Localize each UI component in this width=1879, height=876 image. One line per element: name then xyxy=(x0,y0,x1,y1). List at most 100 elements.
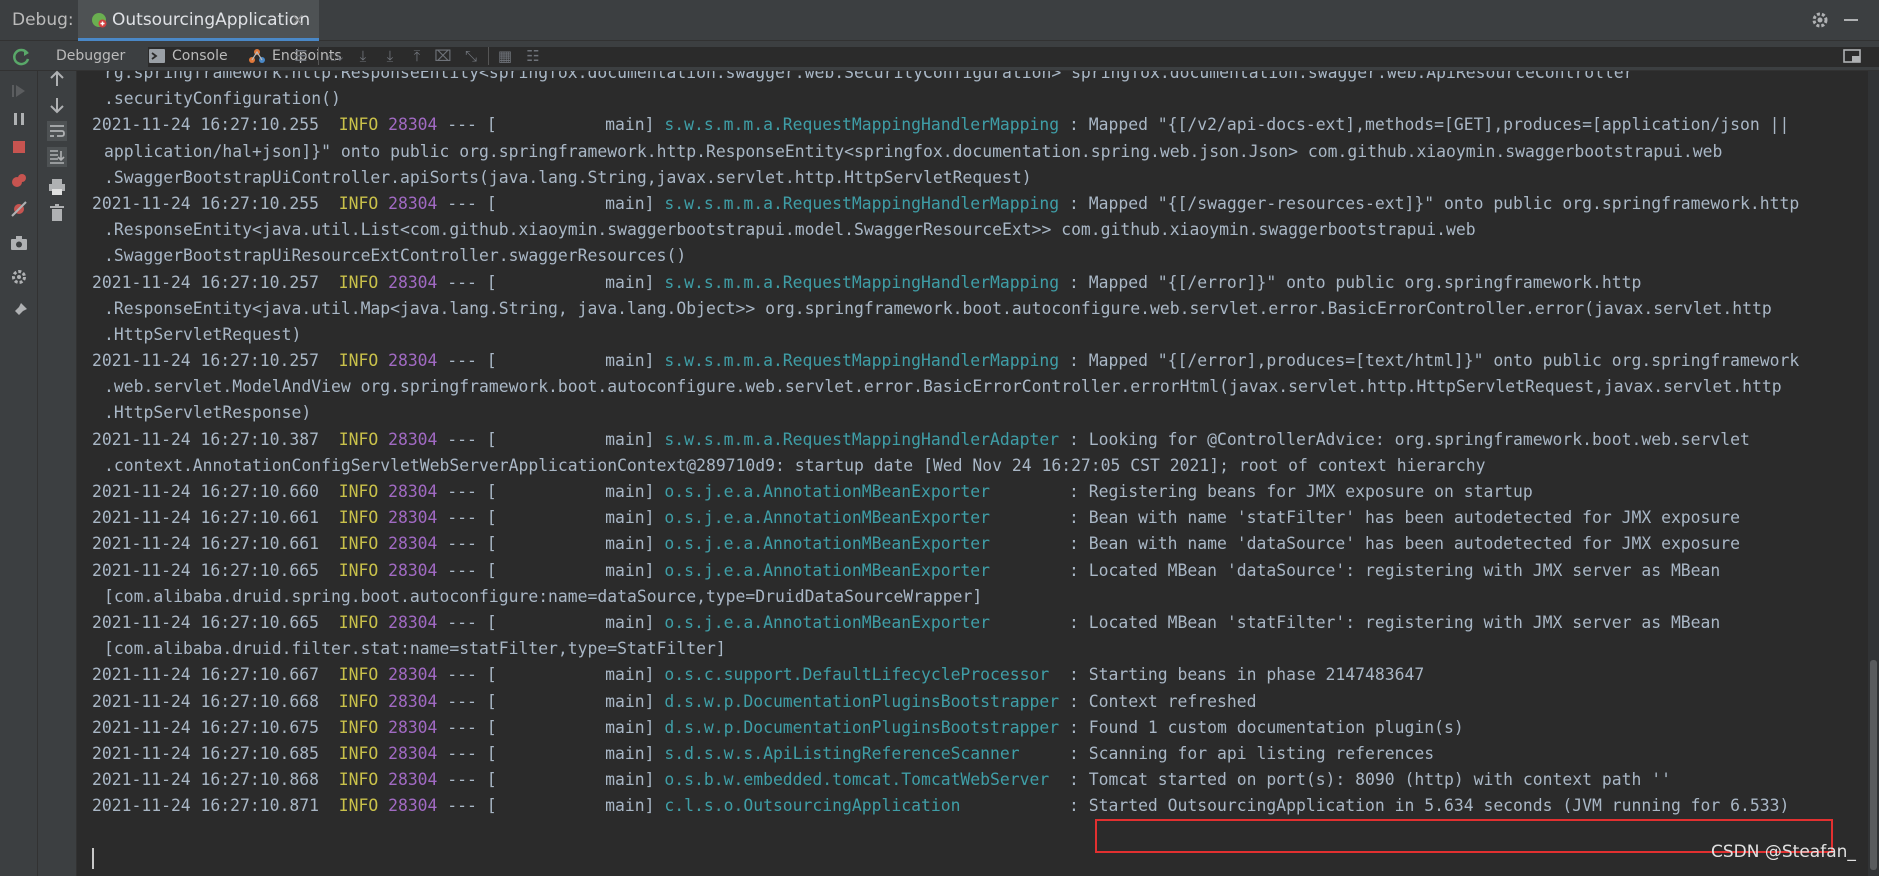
log-text: .web.servlet.ModelAndView org.springfram… xyxy=(104,377,1782,397)
stop-icon[interactable] xyxy=(9,137,29,157)
log-level: INFO xyxy=(338,770,379,790)
view-breakpoints-icon[interactable] xyxy=(9,171,29,191)
minimize-icon[interactable] xyxy=(1844,19,1858,21)
soft-wrap-icon[interactable] xyxy=(47,121,67,141)
clear-all-icon[interactable] xyxy=(47,203,67,223)
log-thread: --- [ main] xyxy=(437,770,665,790)
log-thread: --- [ main] xyxy=(437,743,665,763)
toolbar-divider xyxy=(488,47,489,65)
log-line: 2021-11-24 16:27:10.665 INFO 28304 --- [… xyxy=(92,610,1868,636)
rerun-icon[interactable] xyxy=(12,47,32,67)
log-space xyxy=(319,770,339,789)
log-line: 2021-11-24 16:27:10.675 INFO 28304 --- [… xyxy=(92,715,1868,741)
log-line: 2021-11-24 16:27:10.667 INFO 28304 --- [… xyxy=(92,662,1868,688)
scroll-to-end-icon[interactable] xyxy=(47,147,67,167)
log-line-continuation: .ResponseEntity<java.util.List<com.githu… xyxy=(92,217,1868,243)
tab-console-label: Console xyxy=(172,48,228,64)
log-space xyxy=(378,770,388,789)
log-logger: d.s.w.p.DocumentationPluginsBootstrapper xyxy=(664,691,1060,711)
log-message: : Mapped "{[/swagger-resources-ext]}" on… xyxy=(1059,193,1800,213)
print-icon[interactable] xyxy=(47,177,67,197)
log-text: .securityConfiguration() xyxy=(104,89,341,109)
log-line-continuation: [com.alibaba.druid.spring.boot.autoconfi… xyxy=(92,584,1868,610)
log-space xyxy=(319,613,339,632)
log-text: application/hal+json]}" onto public org.… xyxy=(104,141,1723,161)
log-line-continuation: rg.springframework.http.ResponseEntity<s… xyxy=(92,71,1868,86)
drop-frame-icon[interactable]: ⌧ xyxy=(434,47,452,65)
log-level: INFO xyxy=(338,796,379,816)
log-space xyxy=(378,718,388,737)
log-line-continuation: application/hal+json]}" onto public org.… xyxy=(92,139,1868,165)
up-arrow-icon[interactable] xyxy=(47,69,67,89)
log-thread: --- [ main] xyxy=(437,351,665,371)
log-space xyxy=(378,508,388,527)
log-space xyxy=(378,273,388,292)
mute-breakpoints-icon[interactable] xyxy=(9,199,29,219)
run-to-cursor-icon[interactable]: ⤡ xyxy=(462,47,480,65)
log-space xyxy=(319,115,339,134)
camera-icon[interactable] xyxy=(9,233,29,253)
log-pid: 28304 xyxy=(388,665,438,685)
debug-tool-window-header: Debug: OutsourcingApplication × xyxy=(0,0,1879,41)
log-line: 2021-11-24 16:27:10.257 INFO 28304 --- [… xyxy=(92,270,1868,296)
settings-icon[interactable] xyxy=(9,267,29,287)
log-pid: 28304 xyxy=(388,796,438,816)
log-level: INFO xyxy=(338,482,379,501)
tab-debugger[interactable]: Debugger xyxy=(56,47,125,67)
resume-icon[interactable] xyxy=(9,81,29,101)
log-thread: --- [ main] xyxy=(437,534,665,554)
watermark: CSDN @Steafan_ xyxy=(1711,842,1856,862)
trace-icon[interactable]: ☷ xyxy=(524,47,542,65)
log-timestamp: 2021-11-24 16:27:10.675 xyxy=(92,717,319,737)
log-logger: o.s.j.e.a.AnnotationMBeanExporter xyxy=(664,534,1060,554)
log-thread: --- [ main] xyxy=(437,115,665,135)
layout-icon[interactable] xyxy=(1843,48,1861,64)
debug-label: Debug: xyxy=(12,10,74,30)
force-step-into-icon[interactable]: ⤓ xyxy=(381,47,399,65)
log-text: .ResponseEntity<java.util.Map<java.lang.… xyxy=(104,298,1772,318)
log-pid: 28304 xyxy=(388,560,438,580)
log-line-continuation: .web.servlet.ModelAndView org.springfram… xyxy=(92,374,1868,400)
text-cursor xyxy=(92,848,94,869)
log-level: INFO xyxy=(338,743,379,763)
log-message: : Found 1 custom documentation plugin(s) xyxy=(1059,717,1464,737)
console-output[interactable]: rg.springframework.http.ResponseEntity<s… xyxy=(78,71,1868,876)
log-timestamp: 2021-11-24 16:27:10.685 xyxy=(92,743,319,763)
scrollbar-thumb[interactable] xyxy=(1870,660,1877,870)
log-line: 2021-11-24 16:27:10.661 INFO 28304 --- [… xyxy=(92,505,1868,531)
log-message: : Mapped "{[/v2/api-docs-ext],methods=[G… xyxy=(1059,115,1790,135)
log-logger: o.s.j.e.a.AnnotationMBeanExporter xyxy=(664,508,1060,528)
log-pid: 28304 xyxy=(388,115,438,135)
log-space xyxy=(378,430,388,449)
log-line-continuation: .context.AnnotationConfigServletWebServe… xyxy=(92,453,1868,479)
log-level: INFO xyxy=(338,429,379,449)
log-text: rg.springframework.http.ResponseEntity<s… xyxy=(104,71,1634,82)
log-timestamp: 2021-11-24 16:27:10.871 xyxy=(92,796,319,816)
evaluate-expression-icon[interactable]: ▦ xyxy=(496,47,514,65)
log-space xyxy=(378,534,388,553)
log-space xyxy=(319,692,339,711)
step-out-icon[interactable]: ⤒ xyxy=(408,47,426,65)
pause-icon[interactable] xyxy=(9,109,29,129)
log-level: INFO xyxy=(338,193,379,213)
log-message: : Bean with name 'statFilter' has been a… xyxy=(1059,508,1741,528)
spring-boot-app-icon xyxy=(92,13,107,28)
pin-icon[interactable] xyxy=(9,301,29,321)
log-logger: s.w.s.m.m.a.RequestMappingHandlerMapping xyxy=(664,115,1060,135)
log-thread: --- [ main] xyxy=(437,193,665,213)
close-icon[interactable]: × xyxy=(291,10,304,29)
gear-icon[interactable] xyxy=(1809,9,1831,31)
step-over-icon[interactable]: ⤼ xyxy=(326,47,344,65)
log-space xyxy=(319,430,339,449)
log-logger: d.s.w.p.DocumentationPluginsBootstrapper xyxy=(664,717,1060,737)
log-level: INFO xyxy=(338,612,379,632)
down-arrow-icon[interactable] xyxy=(47,95,67,115)
log-level: INFO xyxy=(338,665,379,685)
log-logger: o.s.c.support.DefaultLifecycleProcessor xyxy=(664,665,1060,685)
menu-icon[interactable]: ☰ xyxy=(292,47,310,65)
step-into-icon[interactable]: ⤓ xyxy=(354,47,372,65)
tab-label: OutsourcingApplication xyxy=(112,10,311,30)
log-line: 2021-11-24 16:27:10.668 INFO 28304 --- [… xyxy=(92,689,1868,715)
log-timestamp: 2021-11-24 16:27:10.255 xyxy=(92,115,319,135)
tab-outsourcing-application[interactable]: OutsourcingApplication × xyxy=(78,0,319,41)
